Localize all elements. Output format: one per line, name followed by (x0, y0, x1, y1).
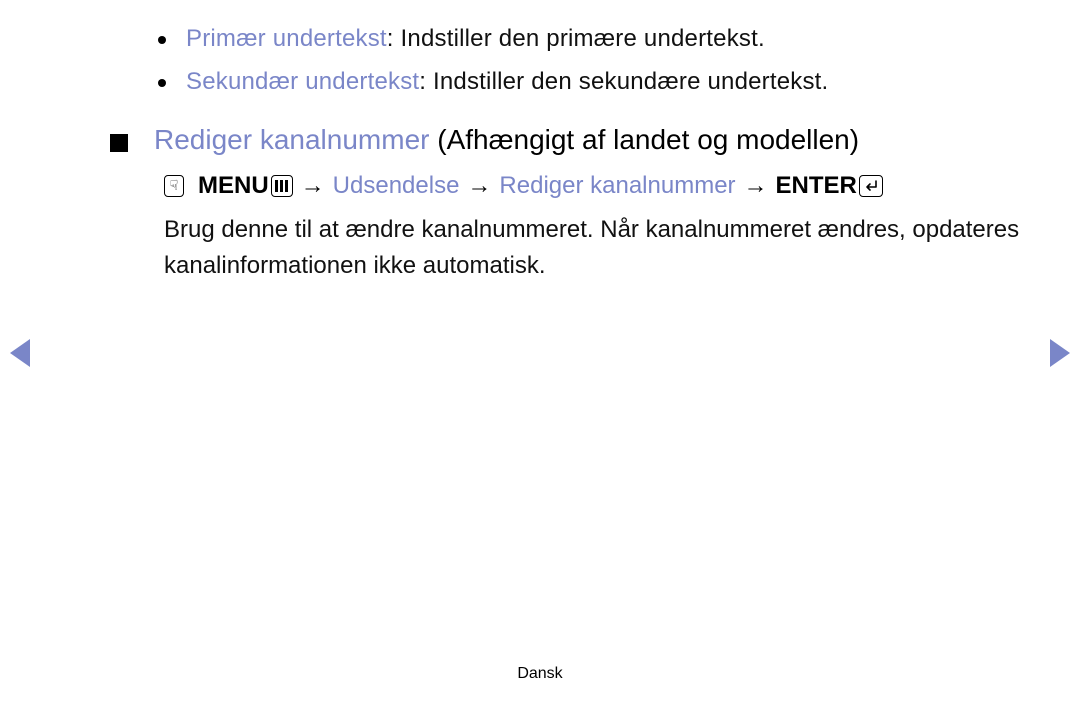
bullet-term: Sekundær undertekst (186, 68, 419, 95)
bullet-text: Primær undertekst: Indstiller den primær… (186, 22, 765, 57)
path-item: Rediger kanalnummer (499, 172, 735, 200)
arrow-sep: → (459, 172, 499, 200)
bullet-term: Primær undertekst (186, 25, 387, 52)
hand-icon: ☟ (164, 175, 184, 197)
bullet-icon (158, 36, 166, 44)
heading-text: Rediger kanalnummer (Afhængigt af landet… (154, 122, 859, 158)
list-item: Primær undertekst: Indstiller den primær… (158, 22, 1020, 57)
enter-label: ENTER (776, 172, 857, 200)
section: Rediger kanalnummer (Afhængigt af landet… (110, 122, 1020, 284)
bullet-desc: : Indstiller den primære undertekst. (387, 25, 765, 52)
arrow-sep: → (293, 172, 333, 200)
bullet-desc: : Indstiller den sekundære undertekst. (419, 68, 828, 95)
body-paragraph: Brug denne til at ændre kanalnummeret. N… (164, 212, 1020, 284)
footer-language: Dansk (0, 665, 1080, 683)
bullet-icon (158, 79, 166, 87)
document-page: Primær undertekst: Indstiller den primær… (0, 0, 1080, 705)
path-item: Udsendelse (333, 172, 460, 200)
enter-icon (859, 175, 883, 197)
section-heading: Rediger kanalnummer (Afhængigt af landet… (110, 122, 1020, 158)
bullet-text: Sekundær undertekst: Indstiller den seku… (186, 65, 828, 100)
heading-blue: Rediger kanalnummer (154, 124, 429, 155)
next-page-arrow[interactable] (1050, 339, 1070, 367)
menu-path: ☟ MENU → Udsendelse → Rediger kanalnumme… (164, 172, 1020, 200)
menu-icon (271, 175, 293, 197)
arrow-sep: → (736, 172, 776, 200)
heading-black: (Afhængigt af landet og modellen) (429, 124, 859, 155)
menu-label: MENU (198, 172, 269, 200)
bullet-list: Primær undertekst: Indstiller den primær… (158, 22, 1020, 100)
list-item: Sekundær undertekst: Indstiller den seku… (158, 65, 1020, 100)
square-bullet-icon (110, 134, 128, 152)
prev-page-arrow[interactable] (10, 339, 30, 367)
